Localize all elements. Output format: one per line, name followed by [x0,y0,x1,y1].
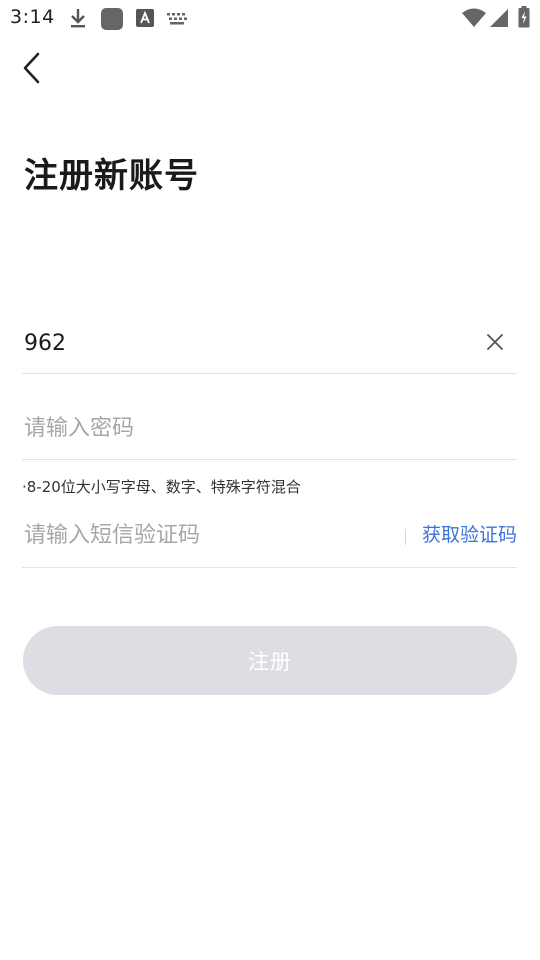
text-a-icon [136,9,154,31]
sms-code-input[interactable] [24,519,384,551]
page-title: 注册新账号 [24,156,199,196]
password-field [22,400,517,460]
wifi-icon [462,8,486,32]
close-icon [487,334,503,350]
password-input[interactable] [24,412,504,444]
phone-field [22,314,517,374]
code-divider [405,529,406,545]
status-bar: 3:14 [0,0,540,36]
sms-code-field: 获取验证码 [22,507,517,568]
back-chevron-icon [14,52,54,94]
register-button[interactable]: 注册 [23,626,517,695]
back-button[interactable] [14,46,54,90]
signal-icon [489,8,509,32]
status-time: 3:14 [10,6,55,28]
keyboard-icon [166,11,188,30]
password-hint: ·8-20位大小写字母、数字、特殊字符混合 [22,478,301,496]
get-code-button[interactable]: 获取验证码 [422,520,517,547]
phone-input[interactable] [24,328,464,358]
app-icon [100,7,124,35]
download-icon [68,7,88,33]
battery-icon [518,6,530,32]
clear-phone-button[interactable] [483,330,507,354]
